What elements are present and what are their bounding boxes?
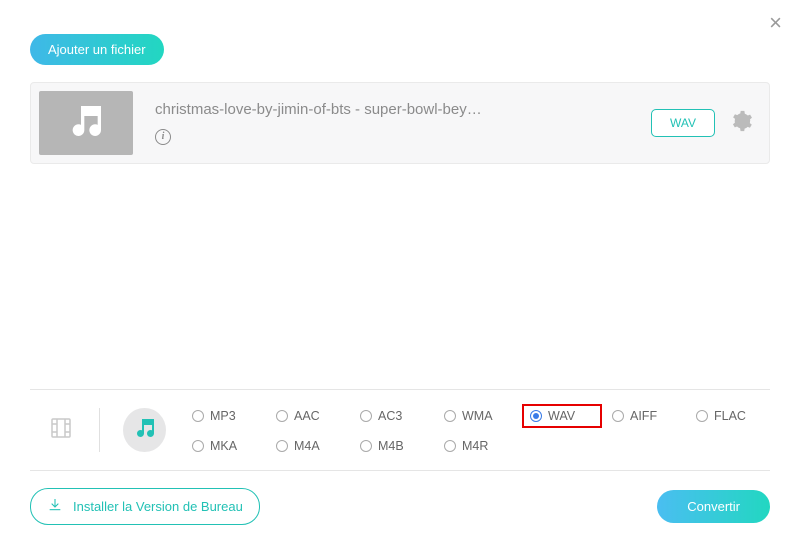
format-label: M4B bbox=[378, 439, 404, 453]
radio-icon bbox=[360, 440, 372, 452]
format-label: FLAC bbox=[714, 409, 746, 423]
close-button[interactable]: × bbox=[769, 10, 782, 36]
selected-format-badge[interactable]: WAV bbox=[651, 109, 715, 137]
bottom-bar: Installer la Version de Bureau Convertir bbox=[30, 488, 770, 525]
add-file-button[interactable]: Ajouter un fichier bbox=[30, 34, 164, 65]
file-info: christmas-love-by-jimin-of-bts - super-b… bbox=[155, 101, 651, 145]
convert-button[interactable]: Convertir bbox=[657, 490, 770, 523]
format-option-aiff[interactable]: AIFF bbox=[606, 404, 686, 428]
divider bbox=[99, 408, 100, 452]
install-desktop-button[interactable]: Installer la Version de Bureau bbox=[30, 488, 260, 525]
radio-icon bbox=[360, 410, 372, 422]
format-option-mka[interactable]: MKA bbox=[186, 436, 266, 456]
file-title: christmas-love-by-jimin-of-bts - super-b… bbox=[155, 101, 651, 118]
format-option-m4a[interactable]: M4A bbox=[270, 436, 350, 456]
radio-icon bbox=[276, 440, 288, 452]
format-label: M4A bbox=[294, 439, 320, 453]
format-label: MP3 bbox=[210, 409, 236, 423]
format-option-m4r[interactable]: M4R bbox=[438, 436, 518, 456]
music-note-icon bbox=[66, 101, 106, 146]
radio-icon bbox=[192, 410, 204, 422]
format-option-aac[interactable]: AAC bbox=[270, 404, 350, 428]
format-label: AIFF bbox=[630, 409, 657, 423]
format-panel: MP3 AAC AC3 WMA WAV AIFF FLAC MKA M4A M4B M4R bbox=[30, 389, 770, 471]
format-option-flac[interactable]: FLAC bbox=[690, 404, 770, 428]
radio-icon bbox=[530, 410, 542, 422]
film-icon bbox=[49, 416, 73, 445]
radio-icon bbox=[192, 440, 204, 452]
format-option-mp3[interactable]: MP3 bbox=[186, 404, 266, 428]
gear-icon[interactable] bbox=[731, 110, 753, 137]
install-label: Installer la Version de Bureau bbox=[73, 499, 243, 514]
radio-icon bbox=[444, 410, 456, 422]
tab-audio[interactable] bbox=[123, 408, 166, 452]
format-label: MKA bbox=[210, 439, 237, 453]
format-option-wav[interactable]: WAV bbox=[522, 404, 602, 428]
radio-icon bbox=[276, 410, 288, 422]
download-icon bbox=[47, 497, 63, 516]
format-option-m4b[interactable]: M4B bbox=[354, 436, 434, 456]
format-label: AC3 bbox=[378, 409, 402, 423]
format-label: WMA bbox=[462, 409, 493, 423]
format-option-ac3[interactable]: AC3 bbox=[354, 404, 434, 428]
format-option-wma[interactable]: WMA bbox=[438, 404, 518, 428]
format-grid: MP3 AAC AC3 WMA WAV AIFF FLAC MKA M4A M4B M4R bbox=[186, 404, 770, 456]
music-note-icon bbox=[133, 416, 157, 445]
radio-icon bbox=[444, 440, 456, 452]
tab-video[interactable] bbox=[40, 408, 83, 452]
file-thumbnail bbox=[39, 91, 133, 155]
radio-icon bbox=[696, 410, 708, 422]
format-label: AAC bbox=[294, 409, 320, 423]
format-label: M4R bbox=[462, 439, 488, 453]
radio-icon bbox=[612, 410, 624, 422]
info-icon[interactable]: i bbox=[155, 129, 171, 145]
file-card: christmas-love-by-jimin-of-bts - super-b… bbox=[30, 82, 770, 164]
format-label: WAV bbox=[548, 409, 575, 423]
